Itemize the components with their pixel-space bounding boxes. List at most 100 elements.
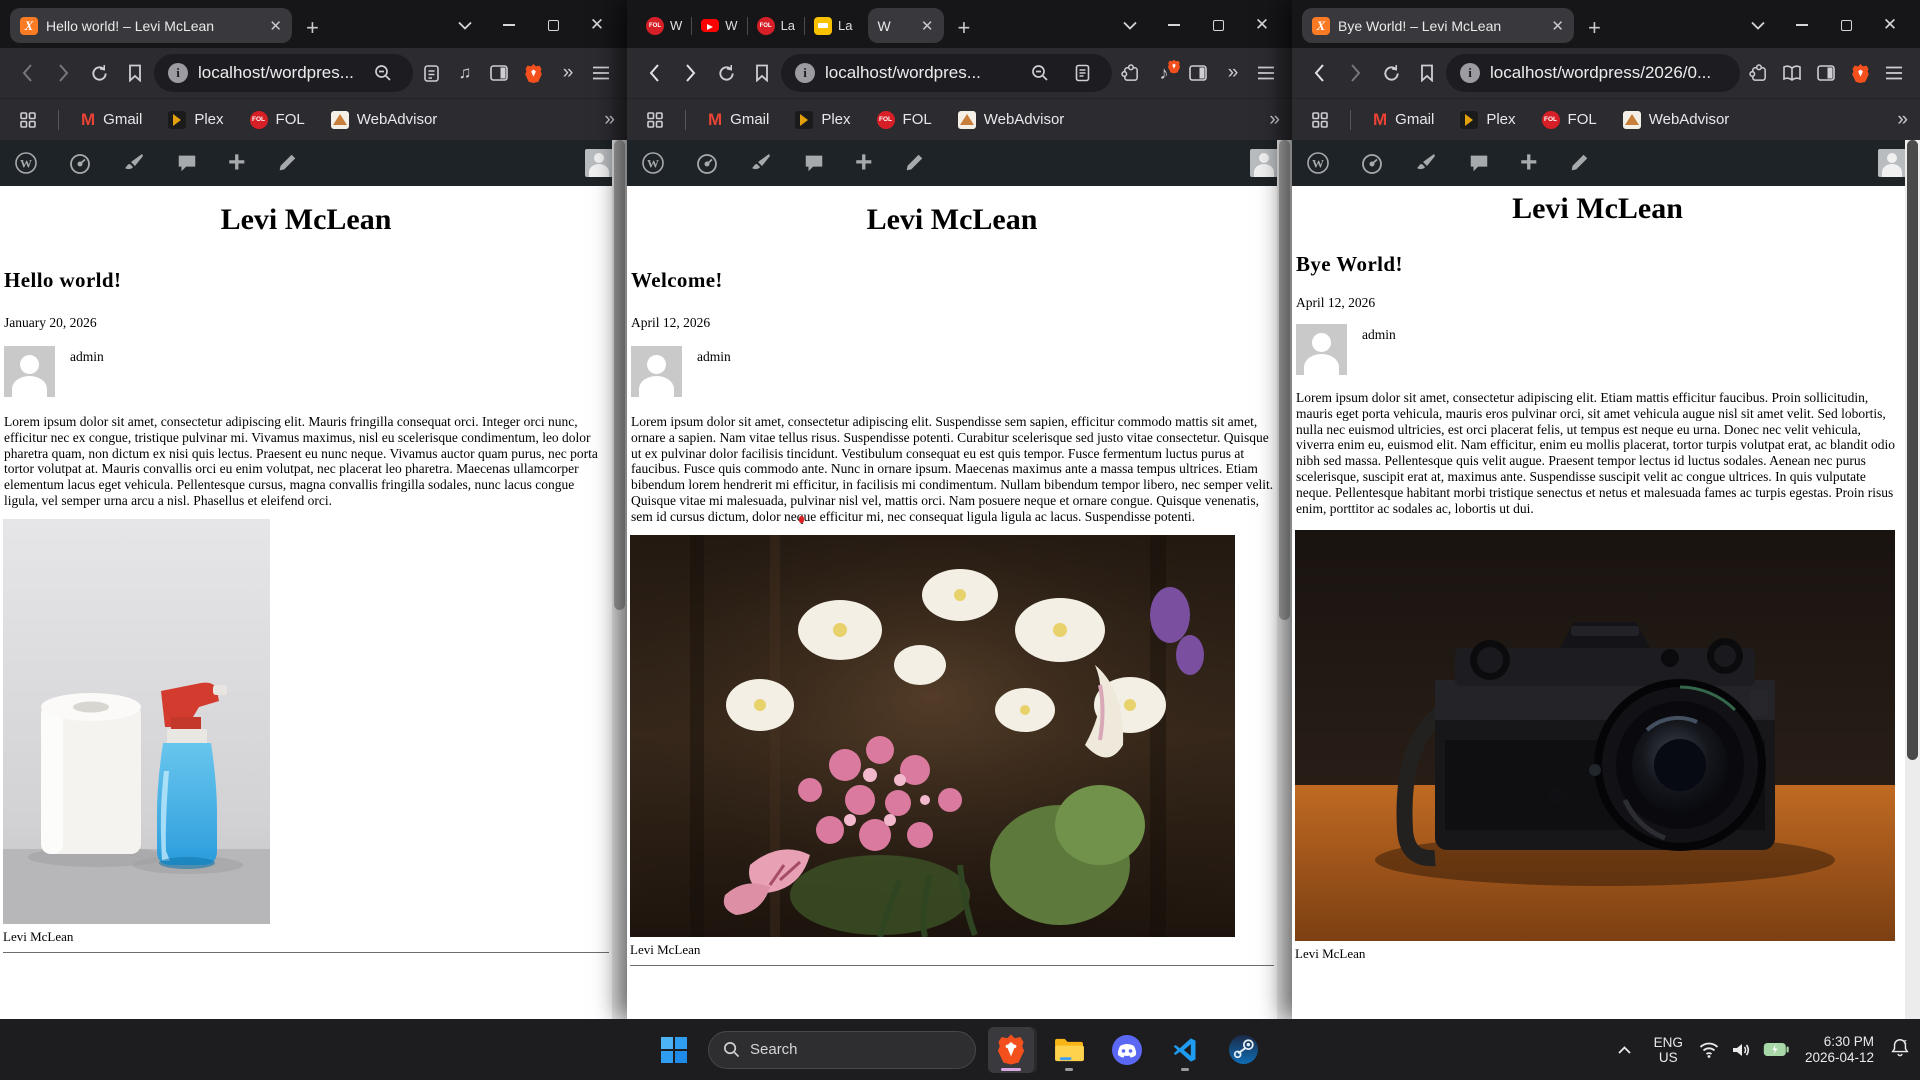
- language-indicator[interactable]: ENG US: [1654, 1035, 1683, 1065]
- tab-bye-world[interactable]: X Bye World! – Levi McLean ✕: [1302, 8, 1574, 43]
- sidebar-icon[interactable]: [483, 57, 515, 89]
- page-scrollbar[interactable]: [1277, 140, 1292, 1019]
- reload-icon[interactable]: [709, 56, 743, 90]
- extensions-icon[interactable]: [1114, 57, 1146, 89]
- maximize-button[interactable]: [1196, 7, 1240, 43]
- reader-mode-icon[interactable]: [1066, 57, 1098, 89]
- site-title[interactable]: Levi McLean: [3, 186, 609, 237]
- taskbar-steam[interactable]: [1220, 1027, 1266, 1073]
- new-tab-button[interactable]: +: [306, 13, 319, 43]
- toolbar-overflow-icon[interactable]: »: [551, 57, 583, 89]
- minimize-button[interactable]: [1152, 7, 1196, 43]
- taskbar-search[interactable]: Search: [708, 1031, 976, 1069]
- menu-icon[interactable]: [1878, 57, 1910, 89]
- wp-new-content-icon[interactable]: +: [855, 153, 873, 173]
- tab-hello-world[interactable]: X Hello world! – Levi McLean ✕: [10, 8, 292, 43]
- bookmarks-overflow-icon[interactable]: »: [1897, 109, 1908, 131]
- site-info-icon[interactable]: i: [168, 63, 188, 83]
- site-title[interactable]: Levi McLean: [630, 186, 1274, 237]
- media-extension-icon[interactable]: ♫: [449, 57, 481, 89]
- tray-expand-chevron-icon[interactable]: [1612, 1046, 1638, 1054]
- close-window-button[interactable]: ✕: [1868, 7, 1912, 43]
- back-icon[interactable]: [10, 56, 44, 90]
- wp-comments-icon[interactable]: [1468, 152, 1490, 174]
- volume-icon[interactable]: [1731, 1042, 1751, 1058]
- scrollbar-thumb[interactable]: [614, 140, 625, 610]
- minimize-button[interactable]: [1780, 7, 1824, 43]
- forward-icon[interactable]: [1338, 56, 1372, 90]
- apps-grid-icon[interactable]: [12, 104, 44, 136]
- site-title[interactable]: Levi McLean: [1295, 186, 1900, 226]
- bookmark-icon[interactable]: [118, 56, 152, 90]
- tab-welcome-active[interactable]: W ✕: [868, 8, 944, 43]
- menu-icon[interactable]: [585, 57, 617, 89]
- scrollbar-thumb[interactable]: [1907, 140, 1918, 760]
- wp-customize-icon[interactable]: [1414, 151, 1438, 175]
- wp-dashboard-icon[interactable]: [1360, 151, 1384, 175]
- wp-logo-icon[interactable]: W: [641, 151, 665, 175]
- reload-icon[interactable]: [82, 56, 116, 90]
- zoom-out-icon[interactable]: [367, 57, 399, 89]
- minimize-button[interactable]: [487, 7, 531, 43]
- bookmark-plex[interactable]: Plex: [1452, 111, 1523, 129]
- bookmark-fol[interactable]: FOLFOL: [1534, 111, 1605, 129]
- wp-edit-post-icon[interactable]: [903, 152, 925, 174]
- apps-grid-icon[interactable]: [1304, 104, 1336, 136]
- brave-shields-icon[interactable]: [517, 57, 549, 89]
- tab-close-icon[interactable]: ✕: [921, 17, 934, 35]
- bookmark-webadvisor[interactable]: WebAdvisor: [950, 111, 1073, 129]
- site-info-icon[interactable]: i: [795, 63, 815, 83]
- forward-icon[interactable]: [673, 56, 707, 90]
- media-brave-icon[interactable]: ♪: [1148, 57, 1180, 89]
- scrollbar-thumb[interactable]: [1279, 140, 1290, 620]
- wp-account-avatar[interactable]: [1250, 149, 1278, 177]
- wp-comments-icon[interactable]: [803, 152, 825, 174]
- sidebar-icon[interactable]: [1182, 57, 1214, 89]
- bookmarks-overflow-icon[interactable]: »: [604, 109, 615, 131]
- reload-icon[interactable]: [1374, 56, 1408, 90]
- wp-account-avatar[interactable]: [1878, 149, 1906, 177]
- tab-close-icon[interactable]: ✕: [1551, 17, 1564, 35]
- tab-doc[interactable]: La: [805, 8, 861, 43]
- taskbar-vscode[interactable]: [1162, 1027, 1208, 1073]
- taskbar-file-explorer[interactable]: [1046, 1027, 1092, 1073]
- sidebar-icon[interactable]: [1810, 57, 1842, 89]
- wp-new-content-icon[interactable]: +: [1520, 153, 1538, 173]
- page-scrollbar[interactable]: [612, 140, 627, 1019]
- wp-dashboard-icon[interactable]: [695, 151, 719, 175]
- bookmark-plex[interactable]: Plex: [787, 111, 858, 129]
- site-info-icon[interactable]: i: [1460, 63, 1480, 83]
- wp-edit-post-icon[interactable]: [1568, 152, 1590, 174]
- bookmark-webadvisor[interactable]: WebAdvisor: [323, 111, 446, 129]
- bookmark-gmail[interactable]: MGmail: [73, 110, 150, 130]
- wp-account-avatar[interactable]: [585, 149, 613, 177]
- notes-extension-icon[interactable]: [415, 57, 447, 89]
- menu-icon[interactable]: [1250, 57, 1282, 89]
- tab-search-chevron-icon[interactable]: [1108, 7, 1152, 43]
- bookmarks-overflow-icon[interactable]: »: [1269, 109, 1280, 131]
- notifications-bell-icon[interactable]: z: [1890, 1037, 1910, 1062]
- address-bar[interactable]: i localhost/wordpres...: [781, 54, 1112, 92]
- wp-logo-icon[interactable]: W: [14, 151, 38, 175]
- bookmark-fol[interactable]: FOLFOL: [242, 111, 313, 129]
- wp-comments-icon[interactable]: [176, 152, 198, 174]
- wp-dashboard-icon[interactable]: [68, 151, 92, 175]
- tab-search-chevron-icon[interactable]: [443, 7, 487, 43]
- maximize-button[interactable]: [531, 7, 575, 43]
- bookmark-webadvisor[interactable]: WebAdvisor: [1615, 111, 1738, 129]
- maximize-button[interactable]: [1824, 7, 1868, 43]
- tab-close-icon[interactable]: ✕: [269, 17, 282, 35]
- bookmark-gmail[interactable]: MGmail: [700, 110, 777, 130]
- back-icon[interactable]: [637, 56, 671, 90]
- wp-customize-icon[interactable]: [749, 151, 773, 175]
- battery-icon[interactable]: [1763, 1042, 1789, 1057]
- taskbar-discord[interactable]: [1104, 1027, 1150, 1073]
- address-bar[interactable]: i localhost/wordpress/2026/0...: [1446, 54, 1740, 92]
- toolbar-overflow-icon[interactable]: »: [1216, 57, 1248, 89]
- tab-youtube[interactable]: W: [692, 8, 746, 43]
- brave-shields-icon[interactable]: [1844, 57, 1876, 89]
- reading-list-icon[interactable]: [1776, 57, 1808, 89]
- new-tab-button[interactable]: +: [1588, 13, 1601, 43]
- taskbar-brave[interactable]: [988, 1027, 1034, 1073]
- wp-edit-post-icon[interactable]: [276, 152, 298, 174]
